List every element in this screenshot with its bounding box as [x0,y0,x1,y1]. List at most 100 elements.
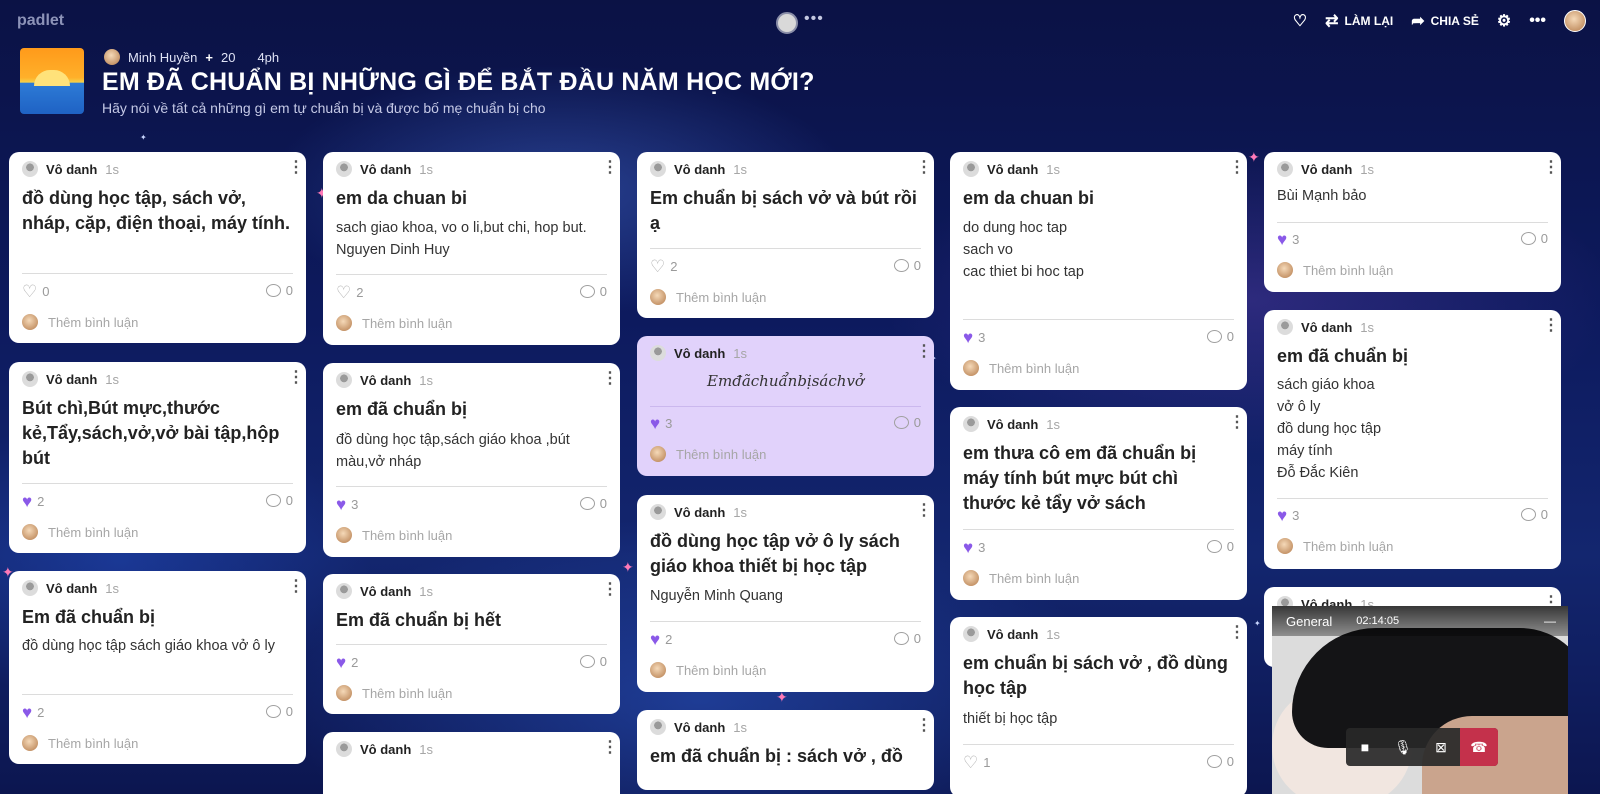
heart-icon[interactable]: ♥ [336,654,346,671]
comment-icon[interactable] [1206,330,1222,343]
heart-icon[interactable]: ♡ [963,754,978,771]
share-button[interactable]: ➦ CHIA SẺ [1411,11,1479,31]
comment-icon[interactable] [265,705,281,718]
remake-button[interactable]: ⇄ LÀM LẠI [1325,11,1393,31]
top-actions: ♡ ⇄ LÀM LẠI ➦ CHIA SẺ ⚙ ••• [1293,10,1586,32]
settings-button[interactable]: ⚙ [1497,11,1511,31]
heart-icon[interactable]: ♥ [650,415,660,432]
heart-icon[interactable]: ♥ [22,704,32,721]
post-menu-icon[interactable]: ⋮ [1543,318,1559,334]
post-card[interactable]: Vô danh 1s ⋮ [323,732,620,794]
add-comment[interactable]: Thêm bình luận [650,446,766,462]
heart-icon[interactable]: ♥ [1277,231,1287,248]
post-card[interactable]: Vô danh 1s ⋮ Em đã chuẩn bị hết ♥ 2 0 Thêm … [323,574,620,714]
more-dots-icon[interactable]: ••• [804,10,824,28]
add-comment[interactable]: Thêm bình luận [336,315,452,331]
post-card[interactable]: Vô danh 1s ⋮ em đã chuẩn bị đồ dùng học t… [323,363,620,557]
heart-icon[interactable]: ♡ [650,258,665,275]
comment-icon[interactable] [893,416,909,429]
add-comment[interactable]: Thêm bình luận [1277,538,1393,554]
padlet-logo[interactable]: padlet [17,12,64,30]
add-comment[interactable]: Thêm bình luận [963,570,1079,586]
more-button[interactable]: ••• [1529,12,1546,30]
add-comment[interactable]: Thêm bình luận [22,524,138,540]
heart-icon[interactable]: ♥ [650,631,660,648]
comment-count: 0 [599,496,607,511]
comment-icon[interactable] [1206,755,1222,768]
post-card[interactable]: Vô danh 1s ⋮ em chuẩn bị sách vở , đồ dùn… [950,617,1247,794]
post-menu-icon[interactable]: ⋮ [916,344,932,360]
comment-icon[interactable] [579,497,595,510]
post-menu-icon[interactable]: ⋮ [916,160,932,176]
post-card[interactable]: Vô danh 1s ⋮ em da chuan bi do dung hoc t… [950,152,1247,390]
post-menu-icon[interactable]: ⋮ [602,371,618,387]
share-screen-icon[interactable]: ⊠ [1422,728,1460,766]
post-menu-icon[interactable]: ⋮ [602,160,618,176]
comment-icon[interactable] [265,284,281,297]
post-card[interactable]: Vô danh 1s ⋮ em thưa cô em đã chuẩn bị má… [950,407,1247,600]
author-name[interactable]: Minh Huyền [128,50,197,65]
comment-icon[interactable] [265,494,281,507]
comment-icon[interactable] [893,259,909,272]
add-comment[interactable]: Thêm bình luận [1277,262,1393,278]
add-comment[interactable]: Thêm bình luận [963,360,1079,376]
comment-count: 0 [1226,329,1234,344]
post-menu-icon[interactable]: ⋮ [288,160,304,176]
add-comment[interactable]: Thêm bình luận [650,662,766,678]
post-author: Vô danh [987,626,1039,642]
comment-count: 0 [1540,507,1548,522]
post-title: em da chuan bi [336,188,468,208]
comment-icon[interactable] [1520,232,1536,245]
post-card[interactable]: Vô danh 1s ⋮ em đã chuẩn bị : sách vở , đ… [637,710,934,790]
post-menu-icon[interactable]: ⋮ [602,582,618,598]
commenter-avatar [1277,262,1293,278]
add-comment[interactable]: Thêm bình luận [336,527,452,543]
call-channel: General [1286,613,1333,629]
post-card[interactable]: Vô danh 1s ⋮ em đã chuẩn bị sách giáo kho… [1264,310,1561,569]
post-menu-icon[interactable]: ⋮ [916,503,932,519]
like-count: 2 [670,259,678,274]
user-avatar[interactable] [1564,10,1586,32]
heart-icon[interactable]: ♥ [963,329,973,346]
post-menu-icon[interactable]: ⋮ [1543,160,1559,176]
post-card[interactable]: Vô danh 1s ⋮ đồ dùng học tập vở ô ly sách… [637,495,934,692]
hang-up-icon[interactable]: ☎ [1460,728,1498,766]
comment-icon[interactable] [1520,508,1536,521]
post-menu-icon[interactable]: ⋮ [916,718,932,734]
post-card[interactable]: Vô danh 1s ⋮ em da chuan bi sach giao kho… [323,152,620,345]
post-card[interactable]: Vô danh 1s ⋮ Bút chì,Bút mực,thước kẻ,Tẩy… [9,362,306,553]
like-board-button[interactable]: ♡ [1293,11,1307,31]
camera-icon[interactable]: ■ [1346,728,1384,766]
heart-icon[interactable]: ♡ [22,283,37,300]
board-avatar[interactable] [776,12,798,34]
comment-icon[interactable] [1206,540,1222,553]
post-card[interactable]: Vô danh 1s ⋮ Em chuẩn bị sách vở và bút r… [637,152,934,318]
post-card[interactable]: Vô danh 1s ⋮ Bùi Mạnh bảo ♥ 3 0 Thêm bình l… [1264,152,1561,292]
video-call-window[interactable]: General 02:14:05 — ■ 🎙 ⊠ ☎ [1272,606,1568,794]
post-card[interactable]: Vô danh 1s ⋮ đồ dùng học tập, sách vở, nh… [9,152,306,343]
post-menu-icon[interactable]: ⋮ [1229,415,1245,431]
post-menu-icon[interactable]: ⋮ [1229,625,1245,641]
post-title: em đã chuẩn bị : sách vở , đồ [650,746,903,766]
microphone-icon[interactable]: 🎙 [1384,728,1422,766]
post-menu-icon[interactable]: ⋮ [602,740,618,756]
minimize-icon[interactable]: — [1544,614,1556,628]
heart-icon[interactable]: ♡ [336,284,351,301]
post-card[interactable]: Vô danh 1s ⋮ Emđãchuẩnbịsáchvở ♥ 3 0 Thêm b… [637,336,934,476]
heart-icon[interactable]: ♥ [963,539,973,556]
heart-icon[interactable]: ♥ [22,493,32,510]
add-comment[interactable]: Thêm bình luận [22,314,138,330]
post-menu-icon[interactable]: ⋮ [288,579,304,595]
post-menu-icon[interactable]: ⋮ [288,370,304,386]
share-icon: ➦ [1411,13,1425,30]
post-menu-icon[interactable]: ⋮ [1229,160,1245,176]
heart-icon[interactable]: ♥ [336,496,346,513]
comment-icon[interactable] [579,285,595,298]
post-card[interactable]: Vô danh 1s ⋮ Em đã chuẩn bị đồ dùng học t… [9,571,306,764]
comment-icon[interactable] [579,655,595,668]
heart-icon[interactable]: ♥ [1277,507,1287,524]
add-comment[interactable]: Thêm bình luận [22,735,138,751]
add-comment[interactable]: Thêm bình luận [650,289,766,305]
add-comment[interactable]: Thêm bình luận [336,685,452,701]
comment-icon[interactable] [893,632,909,645]
